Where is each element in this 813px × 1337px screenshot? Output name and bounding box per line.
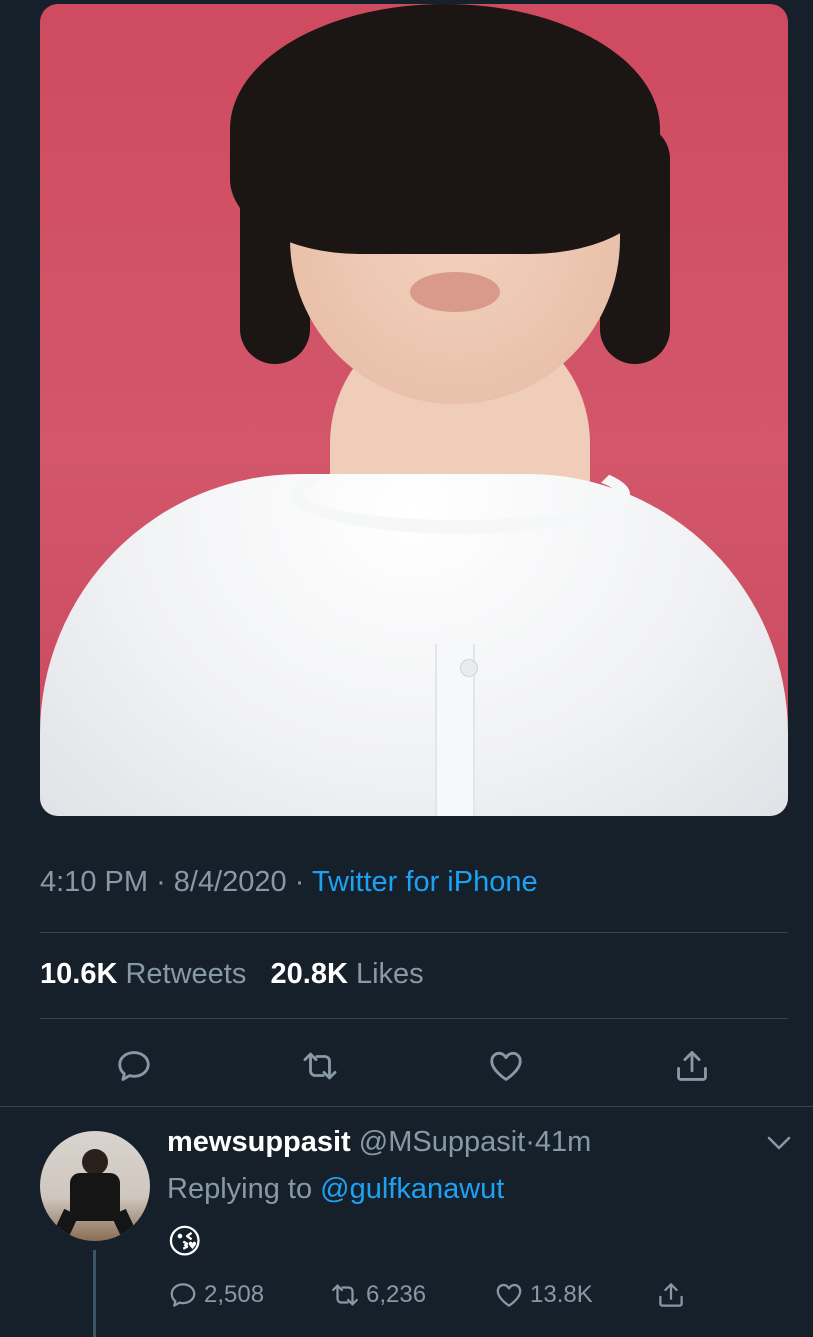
likes-count: 20.8K [270,958,348,990]
reply-header: mewsuppasit @MSuppasit·41m [167,1126,592,1158]
like-count: 13.8K [530,1281,593,1308]
tweet-photo[interactable] [40,4,788,816]
replying-to-handle[interactable]: @gulfkanawut [320,1173,504,1205]
reply-time: 41m [534,1126,592,1158]
reply-reply-button[interactable]: 2,508 [168,1280,264,1310]
reply-retweet-button[interactable]: 6,236 [330,1280,426,1310]
retweets-count: 10.6K [40,958,118,990]
share-button[interactable] [670,1044,714,1088]
reply-author-name[interactable]: mewsuppasit [167,1126,351,1158]
retweet-button[interactable] [298,1044,342,1088]
likes-stat[interactable]: 20.8K Likes [271,958,424,990]
like-button[interactable] [484,1044,528,1088]
retweet-count: 6,236 [366,1281,427,1308]
tweet-action-bar [0,1044,813,1088]
tweet-source-link[interactable]: Twitter for iPhone [312,866,538,898]
retweets-label: Retweets [125,958,247,990]
divider [40,932,788,933]
retweets-stat[interactable]: 10.6K Retweets [40,958,254,990]
reply-like-button[interactable]: 13.8K [494,1280,593,1310]
replying-label: Replying to [167,1173,313,1205]
share-icon [659,1283,683,1307]
tweet-timestamp: 4:10 PM · 8/4/2020 · Twitter for iPhone [40,866,538,898]
retweet-icon [332,1284,358,1306]
tweet-time: 4:10 PM [40,866,148,898]
reply-icon [170,1283,196,1307]
retweet-icon [303,1052,337,1080]
likes-label: Likes [355,958,424,990]
chevron-down-icon[interactable] [764,1130,794,1156]
reply-icon [118,1051,150,1081]
divider [0,1106,813,1107]
tweet-stats: 10.6K Retweets 20.8K Likes [40,958,424,991]
like-icon [496,1283,522,1307]
share-icon [677,1051,707,1081]
reply-text: 😘 [167,1222,203,1262]
reply-button[interactable] [112,1044,156,1088]
reply-count: 2,508 [204,1281,265,1308]
reply-share-button[interactable] [656,1280,692,1310]
avatar[interactable] [40,1131,150,1241]
tweet-date: 8/4/2020 [173,866,287,898]
reply-action-bar: 2,508 6,236 13.8K [0,1280,813,1316]
divider [40,1018,788,1019]
replying-to: Replying to @gulfkanawut [167,1173,504,1206]
reply-author-handle[interactable]: @MSuppasit [359,1126,525,1158]
like-icon [490,1051,522,1081]
